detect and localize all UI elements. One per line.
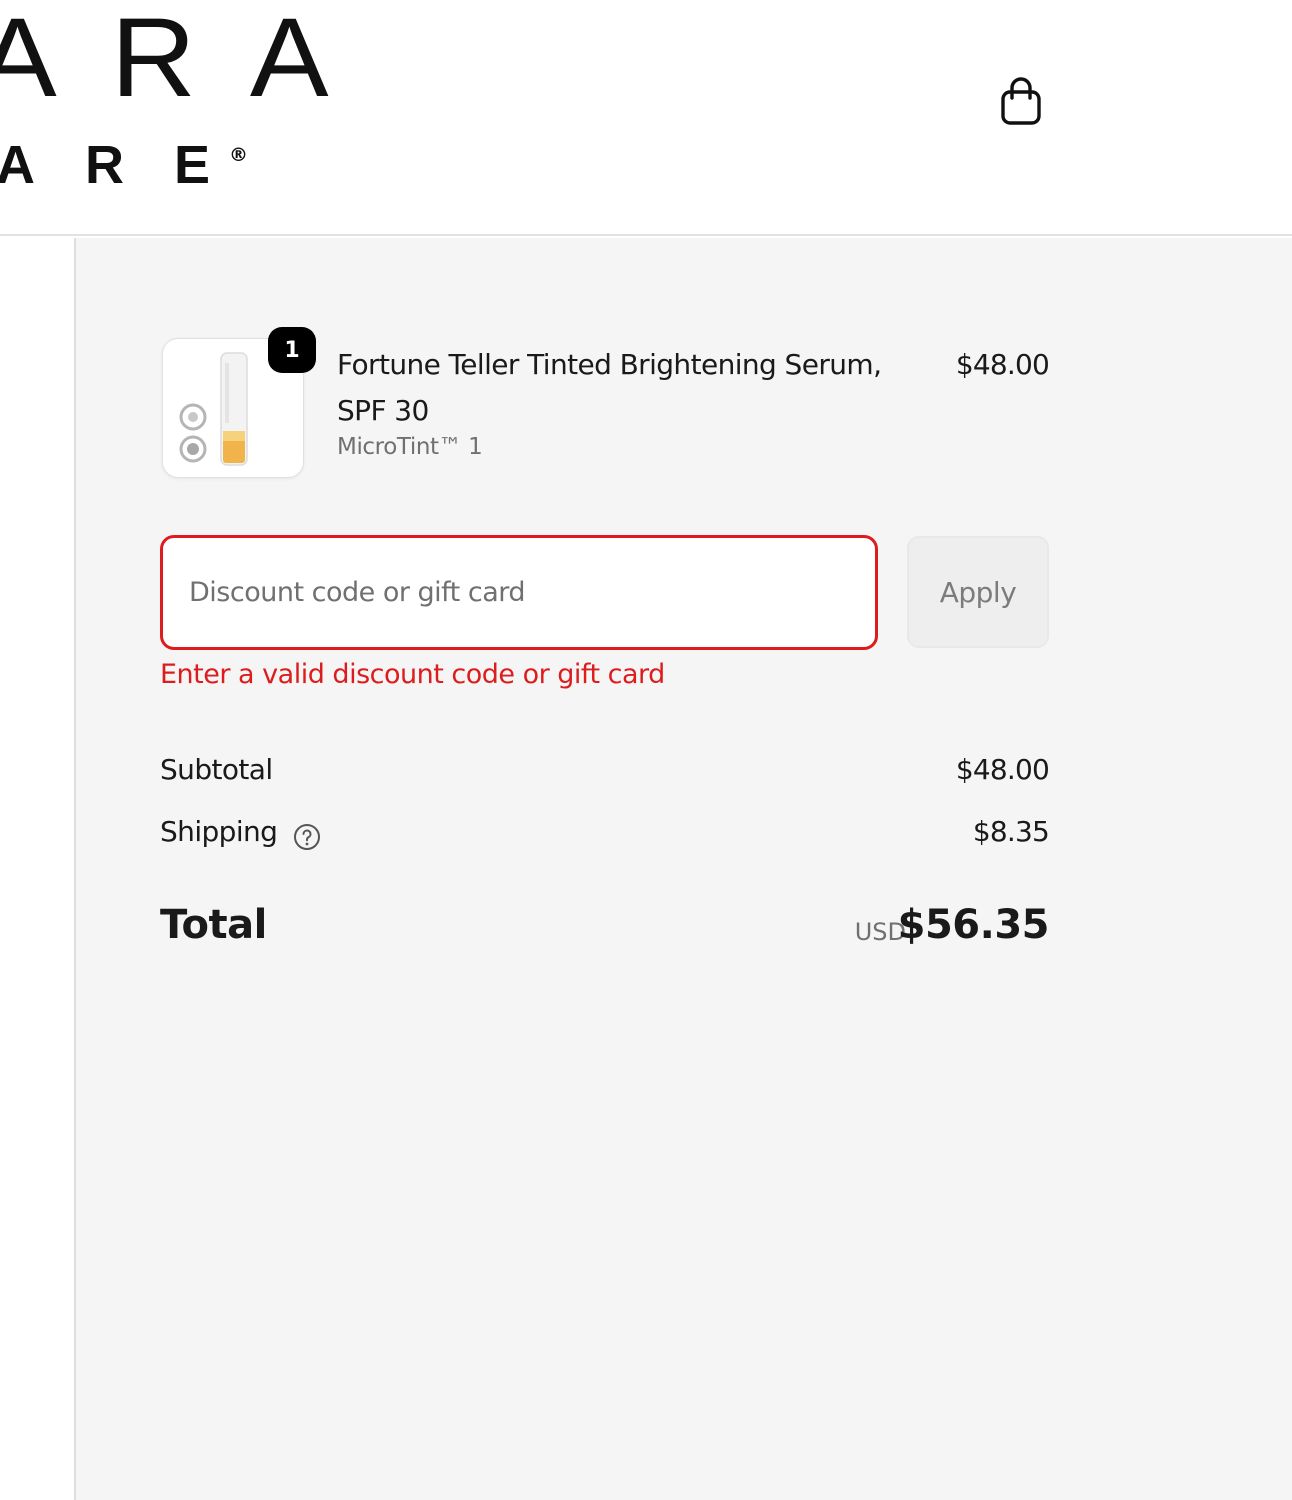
total-label: Total <box>160 902 267 948</box>
question-circle-icon[interactable] <box>293 823 321 851</box>
discount-error-message: Enter a valid discount code or gift card <box>160 659 665 690</box>
site-header: ARA ARE ® <box>0 0 1292 236</box>
brand-logo-top[interactable]: ARA <box>0 2 383 114</box>
shipping-label: Shipping <box>160 815 278 848</box>
shopping-bag-icon <box>1001 77 1041 125</box>
product-name: Fortune Teller Tinted Brightening Serum,… <box>337 348 882 427</box>
product-variant: MicroTint™ 1 <box>337 434 483 460</box>
shipping-value: $8.35 <box>972 815 1050 848</box>
subtotal-label: Subtotal <box>160 753 273 786</box>
product-price: $48.00 <box>955 348 1050 381</box>
shopping-bag-button[interactable] <box>996 76 1046 128</box>
registered-mark: ® <box>229 144 248 166</box>
subtotal-value: $48.00 <box>955 753 1050 786</box>
discount-code-input[interactable] <box>160 535 878 650</box>
apply-discount-button[interactable]: Apply <box>907 536 1049 648</box>
order-summary-panel: 1 Fortune Teller Tinted Brightening Seru… <box>74 238 1292 1500</box>
quantity-badge: 1 <box>268 327 316 373</box>
brand-logo-bottom[interactable]: ARE <box>0 138 260 192</box>
checkout-main: 1 Fortune Teller Tinted Brightening Seru… <box>0 238 1292 1500</box>
total-value: $56.35 <box>897 902 1050 948</box>
